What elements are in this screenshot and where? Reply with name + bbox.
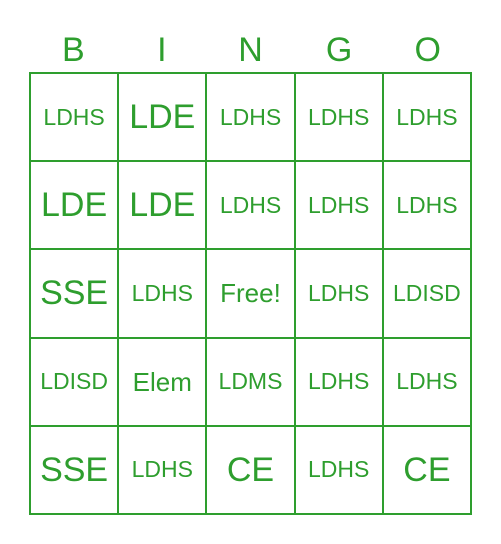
free-space-cell[interactable]: Free!: [206, 249, 295, 338]
bingo-grid: LDHS LDE LDHS LDHS LDHS LDE LDE LDHS LDHS LDHS SSE…: [29, 72, 472, 515]
bingo-cell[interactable]: LDHS: [294, 161, 383, 250]
bingo-cell[interactable]: LDHS: [294, 249, 383, 338]
bingo-cell[interactable]: LDE: [118, 73, 207, 162]
bingo-cell[interactable]: CE: [382, 425, 471, 514]
bingo-cell[interactable]: LDHS: [206, 161, 295, 250]
header-letter-i: I: [157, 31, 167, 69]
bingo-cell[interactable]: LDE: [118, 161, 207, 250]
bingo-cell[interactable]: LDHS: [382, 337, 471, 426]
header-letter-o: O: [414, 31, 441, 69]
bingo-cell[interactable]: LDHS: [382, 161, 471, 250]
bingo-cell[interactable]: LDHS: [206, 73, 295, 162]
bingo-cell[interactable]: LDHS: [294, 337, 383, 426]
bingo-cell[interactable]: LDHS: [118, 249, 207, 338]
bingo-cell[interactable]: LDISD: [382, 249, 471, 338]
bingo-cell[interactable]: LDHS: [118, 425, 207, 514]
bingo-cell[interactable]: SSE: [30, 425, 119, 514]
header-letter-n: N: [238, 31, 263, 69]
header-letter-b: B: [61, 31, 85, 69]
bingo-cell[interactable]: LDMS: [206, 337, 295, 426]
bingo-cell[interactable]: SSE: [30, 249, 119, 338]
header-letter-g: G: [325, 31, 353, 69]
bingo-cell[interactable]: CE: [206, 425, 295, 514]
bingo-cell[interactable]: LDE: [30, 161, 119, 250]
bingo-cell[interactable]: LDHS: [382, 73, 471, 162]
bingo-cell[interactable]: LDHS: [294, 425, 383, 514]
bingo-cell[interactable]: LDHS: [30, 73, 119, 162]
bingo-cell[interactable]: LDISD: [30, 337, 119, 426]
bingo-cell[interactable]: Elem: [118, 337, 207, 426]
bingo-cell[interactable]: LDHS: [294, 73, 383, 162]
bingo-header: B I N G O: [29, 28, 472, 72]
